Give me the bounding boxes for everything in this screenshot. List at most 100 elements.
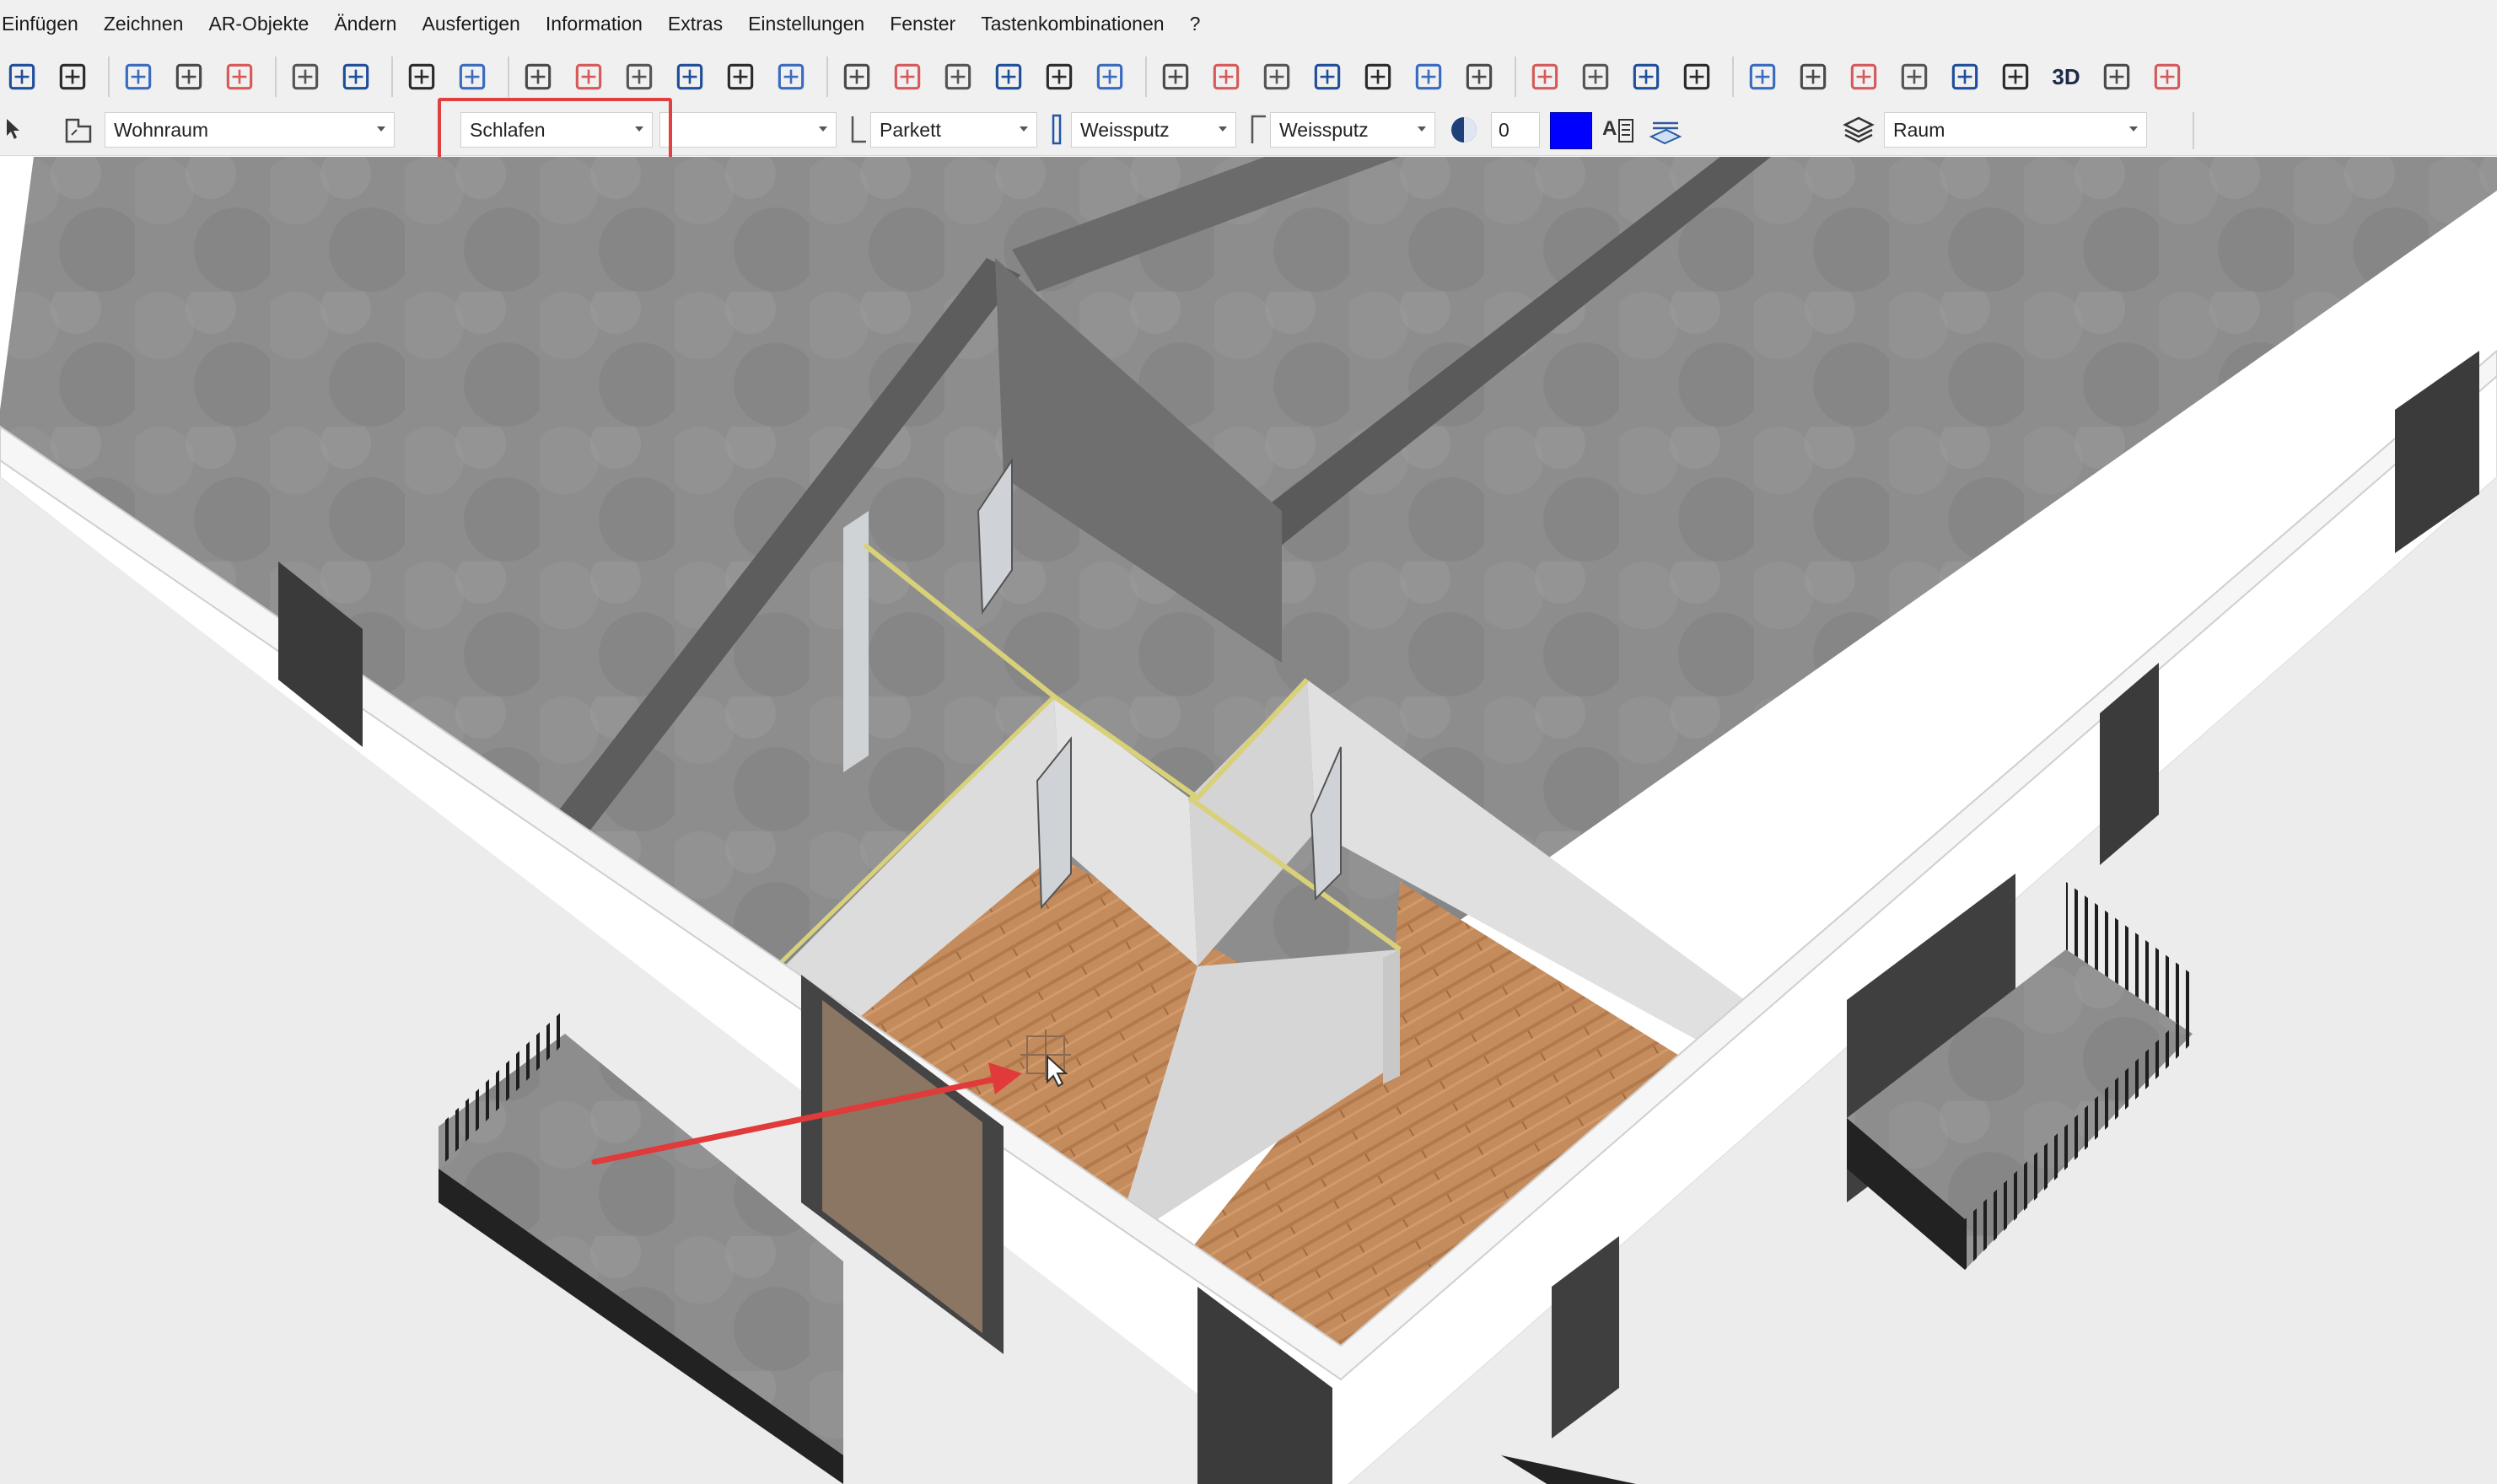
convert-icon[interactable]	[769, 55, 813, 99]
menu-item-ändern[interactable]: Ändern	[334, 13, 396, 35]
menu-item--[interactable]: ?	[1190, 13, 1201, 35]
chevron-down-icon	[819, 126, 827, 132]
menu-item-tastenkombinationen[interactable]: Tastenkombinationen	[981, 13, 1164, 35]
room-function-value: Wohnraum	[114, 118, 209, 141]
undo-icon[interactable]	[283, 55, 327, 99]
duplicate-icon[interactable]	[567, 55, 611, 99]
copy-icon[interactable]	[167, 55, 211, 99]
layer-combo[interactable]: Raum	[1884, 112, 2147, 148]
remove-icon[interactable]	[450, 55, 494, 99]
menu-item-fenster[interactable]: Fenster	[890, 13, 955, 35]
arc-icon[interactable]	[1994, 55, 2037, 99]
wall-material-combo[interactable]: Weissputz	[1071, 112, 1236, 148]
toolbar-separator	[275, 56, 277, 97]
box4-icon[interactable]	[1305, 55, 1349, 99]
move-icon[interactable]	[1523, 55, 1567, 99]
box2-icon[interactable]	[1204, 55, 1248, 99]
wall-material-value: Weissputz	[1080, 118, 1170, 141]
wall-finish-icon	[1047, 112, 1071, 148]
pointer-icon[interactable]	[2, 112, 25, 148]
layer-icon[interactable]	[1741, 55, 1784, 99]
parallel-icon[interactable]	[987, 55, 1031, 99]
number-field[interactable]: 0	[1491, 112, 1540, 148]
3d-viewport[interactable]	[0, 157, 2497, 1484]
toolbar-separator	[1145, 56, 1147, 97]
text-style-icon[interactable]: A	[1599, 112, 1638, 148]
label-3d: 3D	[2052, 63, 2080, 89]
box1-icon[interactable]	[1154, 55, 1197, 99]
pyramid-icon[interactable]	[1457, 55, 1501, 99]
paste-icon[interactable]	[218, 55, 261, 99]
color-swatch[interactable]	[1550, 112, 1592, 149]
room-name-combo[interactable]: Schlafen	[460, 112, 653, 148]
mirror-icon[interactable]	[668, 55, 712, 99]
toolbar-separator	[108, 56, 110, 97]
chevron-down-icon	[2129, 126, 2138, 132]
line-icon[interactable]	[885, 55, 929, 99]
box5-icon[interactable]	[1356, 55, 1400, 99]
floor-finish-icon	[847, 112, 870, 148]
box6-icon[interactable]	[1407, 55, 1450, 99]
box3-icon[interactable]	[1255, 55, 1299, 99]
property-bar: Wohnraum Schlafen Parkett Weissputz Weis…	[0, 105, 2497, 156]
menu-item-zeichnen[interactable]: Zeichnen	[104, 13, 184, 35]
area-label-icon[interactable]	[1646, 112, 1685, 148]
split-icon[interactable]	[835, 55, 879, 99]
toolbar-separator	[826, 56, 828, 97]
partition-wall-2	[1383, 949, 1400, 1084]
floor-material-combo[interactable]: Parkett	[870, 112, 1037, 148]
menu-item-extras[interactable]: Extras	[668, 13, 723, 35]
cut-icon[interactable]	[116, 55, 160, 99]
room-function-combo[interactable]: Wohnraum	[105, 112, 395, 148]
chevron-down-icon	[377, 126, 385, 132]
rotate-icon[interactable]	[617, 55, 661, 99]
room-icon[interactable]	[57, 112, 100, 148]
layers-icon[interactable]	[1838, 112, 1879, 148]
number-value: 0	[1499, 118, 1510, 141]
toolbar-separator	[1515, 56, 1516, 97]
history-icon[interactable]	[0, 55, 44, 99]
ceiling-material-combo[interactable]: Weissputz	[1270, 112, 1435, 148]
cross-icon[interactable]	[936, 55, 980, 99]
material-sphere-icon[interactable]	[1445, 112, 1483, 148]
copy-objects-icon[interactable]	[516, 55, 560, 99]
toolbar-separator	[391, 56, 393, 97]
house-icon[interactable]	[1892, 55, 1936, 99]
floor-material-value: Parkett	[880, 118, 941, 141]
3d-model-render	[0, 157, 2497, 1484]
menu-item-information[interactable]: Information	[546, 13, 643, 35]
room-number-combo[interactable]	[659, 112, 837, 148]
room-name-value: Schlafen	[470, 118, 546, 141]
corridor-wall	[843, 511, 869, 772]
svg-text:A: A	[1602, 117, 1617, 140]
menu-item-ausfertigen[interactable]: Ausfertigen	[422, 13, 519, 35]
add-icon[interactable]	[400, 55, 444, 99]
main-toolbar: 3D	[0, 48, 2497, 105]
redo-icon[interactable]	[334, 55, 378, 99]
menu-item-ar-objekte[interactable]: AR-Objekte	[208, 13, 309, 35]
eraser-icon[interactable]	[1037, 55, 1081, 99]
toolbar-separator	[508, 56, 509, 97]
edit-icon[interactable]	[1088, 55, 1132, 99]
toolbar-separator	[1732, 56, 1734, 97]
light-icon[interactable]	[2095, 55, 2139, 99]
save-icon[interactable]	[51, 55, 94, 99]
stretch-icon[interactable]	[1574, 55, 1617, 99]
brush-icon[interactable]	[1842, 55, 1886, 99]
camera-icon[interactable]	[2145, 55, 2189, 99]
chevron-down-icon	[635, 126, 643, 132]
menu-bar: Einfügen Zeichnen AR-Objekte Ändern Ausferti…	[0, 0, 2497, 48]
menu-item-einstellungen[interactable]: Einstellungen	[748, 13, 864, 35]
separator	[2193, 112, 2194, 149]
chevron-down-icon	[1020, 126, 1028, 132]
3d-icon[interactable]: 3D	[2044, 55, 2088, 99]
chevron-down-icon	[1418, 126, 1426, 132]
camera-move-icon[interactable]	[1624, 55, 1668, 99]
menu-item-einfügen[interactable]: Einfügen	[2, 13, 78, 35]
translate-icon[interactable]	[1675, 55, 1719, 99]
chevron-down-icon	[1219, 126, 1227, 132]
ceiling-material-value: Weissputz	[1279, 118, 1369, 141]
elevate-icon[interactable]	[1791, 55, 1835, 99]
scale-icon[interactable]	[718, 55, 762, 99]
column-icon[interactable]	[1943, 55, 1987, 99]
